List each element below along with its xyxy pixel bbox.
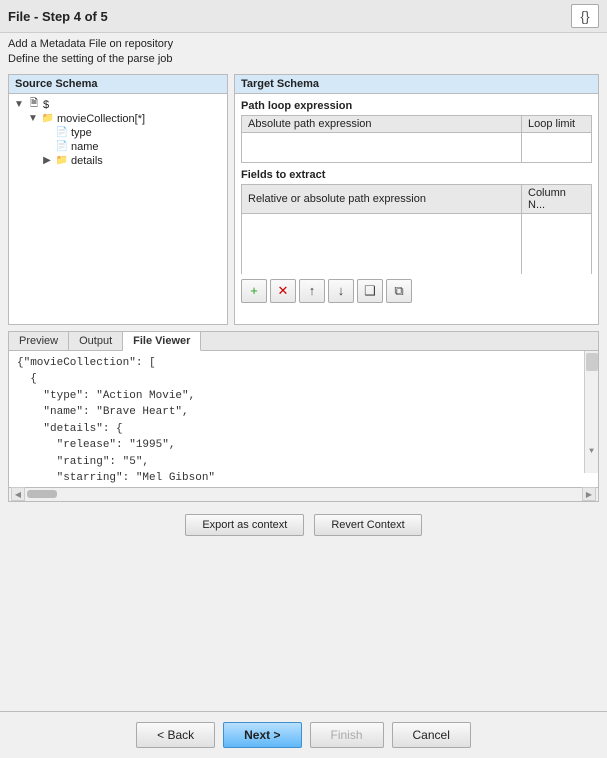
target-schema-title: Target Schema	[235, 75, 598, 94]
target-schema-panel: Target Schema Path loop expression Absol…	[234, 74, 599, 325]
path-loop-cell-2	[522, 132, 592, 162]
tree-icon-root: 🗎	[27, 99, 41, 111]
tree-item-name[interactable]: 📄 name	[41, 140, 223, 154]
paste-button[interactable]: ⧉	[386, 279, 412, 303]
preview-content: {"movieCollection": [ { "type": "Action …	[9, 351, 598, 487]
hscrollbar[interactable]: ◀ ▶	[9, 487, 598, 501]
tree-toggle-type	[41, 127, 53, 139]
json-line-5: "details": {	[17, 421, 590, 438]
preview-scroll-area[interactable]: {"movieCollection": [ { "type": "Action …	[17, 355, 590, 483]
tab-preview[interactable]: Preview	[9, 332, 69, 350]
tree-icon-moviecollection: 📁	[41, 113, 55, 125]
remove-button[interactable]: ✕	[270, 279, 296, 303]
json-line-2: {	[17, 371, 590, 388]
move-up-button[interactable]: ↑	[299, 279, 325, 303]
spacer	[0, 542, 607, 711]
subtitle-area: Add a Metadata File on repository Define…	[0, 33, 607, 74]
tree-icon-name: 📄	[55, 141, 69, 153]
move-down-button[interactable]: ↓	[328, 279, 354, 303]
path-loop-row	[242, 132, 592, 162]
tree-label-name: name	[71, 141, 99, 153]
fields-cell-2	[522, 213, 592, 274]
fields-row-empty	[242, 213, 592, 274]
vscroll-thumb	[586, 353, 598, 371]
path-loop-label: Path loop expression	[241, 100, 592, 112]
preview-section: Preview Output File Viewer {"movieCollec…	[8, 331, 599, 502]
tree-item-type[interactable]: 📄 type	[41, 126, 223, 140]
tree-label-type: type	[71, 127, 92, 139]
hscroll-thumb	[27, 490, 57, 498]
tree-icon-type: 📄	[55, 127, 69, 139]
fields-table-area: Relative or absolute path expression Col…	[241, 184, 592, 274]
tabs-bar: Preview Output File Viewer	[9, 332, 598, 351]
fields-table: Relative or absolute path expression Col…	[241, 184, 592, 274]
cancel-button[interactable]: Cancel	[392, 722, 471, 748]
footer-buttons: < Back Next > Finish Cancel	[0, 712, 607, 758]
toolbar-buttons: + ✕ ↑ ↓ ❑ ⧉	[241, 279, 592, 303]
json-line-1: {"movieCollection": [	[17, 355, 590, 372]
main-window: File - Step 4 of 5 {} Add a Metadata Fil…	[0, 0, 607, 758]
source-schema-tree: ▼ 🗎 $ ▼ 📁 movieCollection[*] 📄 type	[9, 94, 227, 324]
hscroll-right-arrow[interactable]: ▶	[582, 487, 596, 501]
tree-toggle-details: ▶	[41, 155, 53, 167]
vscroll-down-arrow[interactable]: ▼	[585, 445, 598, 459]
back-button[interactable]: < Back	[136, 722, 215, 748]
tab-fileviewer[interactable]: File Viewer	[123, 332, 201, 351]
fields-col-2: Column N...	[522, 184, 592, 213]
fields-col-1: Relative or absolute path expression	[242, 184, 522, 213]
panels-row: Source Schema ▼ 🗎 $ ▼ 📁 movieCollection[…	[0, 74, 607, 325]
path-loop-table: Absolute path expression Loop limit	[241, 115, 592, 163]
tree-label-moviecollection: movieCollection[*]	[57, 113, 145, 125]
tree-toggle-root: ▼	[13, 99, 25, 111]
subtitle-line1: Add a Metadata File on repository	[8, 37, 599, 52]
tree-toggle-moviecollection: ▼	[27, 113, 39, 125]
title-bar: File - Step 4 of 5 {}	[0, 0, 607, 33]
json-line-8: "starring": "Mel Gibson"	[17, 470, 590, 483]
json-icon: {}	[571, 4, 599, 28]
source-schema-title: Source Schema	[9, 75, 227, 94]
json-line-7: "rating": "5",	[17, 454, 590, 471]
hscroll-track	[27, 490, 580, 498]
export-context-button[interactable]: Export as context	[185, 514, 304, 536]
revert-context-button[interactable]: Revert Context	[314, 514, 421, 536]
fields-section: Fields to extract Relative or absolute p…	[241, 169, 592, 274]
context-buttons-row: Export as context Revert Context	[0, 506, 607, 542]
tree-toggle-name	[41, 141, 53, 153]
fields-cell-1	[242, 213, 522, 274]
path-loop-table-container: Absolute path expression Loop limit	[241, 115, 592, 163]
json-line-6: "release": "1995",	[17, 437, 590, 454]
path-loop-cell-1	[242, 132, 522, 162]
tree-item-details[interactable]: ▶ 📁 details	[41, 154, 223, 168]
source-schema-panel: Source Schema ▼ 🗎 $ ▼ 📁 movieCollection[…	[8, 74, 228, 325]
fields-label: Fields to extract	[241, 169, 592, 181]
tree-item-moviecollection[interactable]: ▼ 📁 movieCollection[*]	[27, 112, 223, 126]
copy-button[interactable]: ❑	[357, 279, 383, 303]
tree-item-root[interactable]: ▼ 🗎 $	[13, 98, 223, 112]
vscrollbar[interactable]: ▼	[584, 351, 598, 473]
json-line-4: "name": "Brave Heart",	[17, 404, 590, 421]
page-title: File - Step 4 of 5	[8, 9, 108, 24]
json-line-3: "type": "Action Movie",	[17, 388, 590, 405]
path-loop-col-1: Absolute path expression	[242, 115, 522, 132]
next-button[interactable]: Next >	[223, 722, 301, 748]
hscroll-left-arrow[interactable]: ◀	[11, 487, 25, 501]
subtitle-line2: Define the setting of the parse job	[8, 52, 599, 67]
tree-icon-details: 📁	[55, 155, 69, 167]
tree-label-root: $	[43, 99, 49, 111]
path-loop-col-2: Loop limit	[522, 115, 592, 132]
finish-button[interactable]: Finish	[310, 722, 384, 748]
add-button[interactable]: +	[241, 279, 267, 303]
tab-output[interactable]: Output	[69, 332, 123, 350]
target-inner: Path loop expression Absolute path expre…	[235, 94, 598, 309]
tree-label-details: details	[71, 155, 103, 167]
